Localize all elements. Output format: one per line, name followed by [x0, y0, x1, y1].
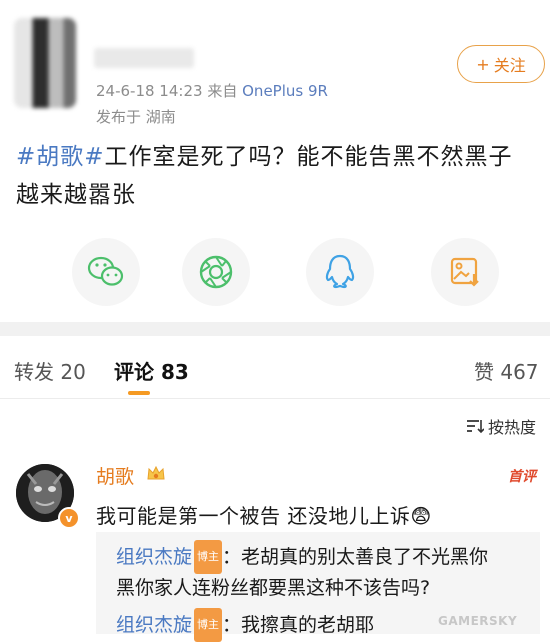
author-avatar[interactable] — [14, 18, 76, 108]
save-image-icon — [450, 257, 479, 287]
crown-icon — [147, 465, 165, 480]
first-comment-badge: 首评 — [508, 469, 536, 485]
moments-icon — [199, 255, 233, 289]
share-moments-button[interactable] — [182, 238, 250, 306]
fearful-emoji-icon: 😨 — [410, 504, 432, 528]
post-meta: 24-6-18 14:23 来自 OnePlus 9R — [96, 80, 328, 101]
wechat-icon — [87, 256, 124, 286]
tab-likes[interactable]: 赞 467 — [474, 356, 539, 385]
watermark: GAMERSKY — [438, 614, 518, 628]
share-wechat-button[interactable] — [72, 238, 140, 306]
reply-item: 组织杰旋 博主 ：老胡真的别太善良了不光黑你 — [116, 540, 488, 574]
author-tag: 博主 — [194, 540, 223, 574]
plus-icon: + — [476, 54, 490, 74]
qq-icon — [325, 254, 355, 289]
post-source-prefix: 来自 — [207, 82, 238, 100]
reply-text-continued: 黑你家人连粉丝都要黑这种不该告吗? — [116, 577, 431, 599]
comment-body: 我可能是第一个被告 还没地儿上诉 — [96, 504, 411, 528]
tabs-divider — [0, 398, 550, 399]
reply-text: ：我擦真的老胡耶 — [222, 614, 375, 636]
post-timestamp: 24-6-18 14:23 — [96, 82, 203, 100]
section-divider — [0, 322, 550, 336]
post-location: 发布于 湖南 — [96, 108, 176, 126]
author-name[interactable] — [94, 48, 194, 68]
reply-item: 组织杰旋 博主 ：我擦真的老胡耶 — [116, 608, 374, 642]
post-text: #胡歌#工作室是死了吗？能不能告黑不然黑子越来越嚣张 — [16, 138, 536, 214]
follow-button[interactable]: + 关注 — [457, 45, 545, 83]
reply-text: ：老胡真的别太善良了不光黑你 — [222, 546, 489, 568]
hashtag-link[interactable]: #胡歌# — [16, 144, 105, 170]
tab-comments[interactable]: 评论 83 — [114, 356, 189, 385]
share-qq-button[interactable] — [306, 238, 374, 306]
sort-label: 按热度 — [488, 418, 537, 437]
follow-label: 关注 — [493, 56, 526, 75]
reply-author[interactable]: 组织杰旋 — [116, 546, 192, 568]
commenter-name[interactable]: 胡歌 — [96, 462, 134, 489]
comment-text: 我可能是第一个被告 还没地儿上诉😨 — [96, 500, 432, 529]
post-device[interactable]: OnePlus 9R — [242, 82, 328, 100]
tab-repost[interactable]: 转发 20 — [14, 356, 86, 385]
sort-icon — [467, 420, 484, 434]
active-tab-indicator — [128, 391, 150, 395]
verified-badge-icon: v — [58, 507, 80, 529]
save-image-button[interactable] — [431, 238, 499, 306]
author-tag: 博主 — [194, 608, 223, 642]
sort-by-heat-button[interactable]: 按热度 — [466, 414, 536, 438]
reply-author[interactable]: 组织杰旋 — [116, 614, 192, 636]
